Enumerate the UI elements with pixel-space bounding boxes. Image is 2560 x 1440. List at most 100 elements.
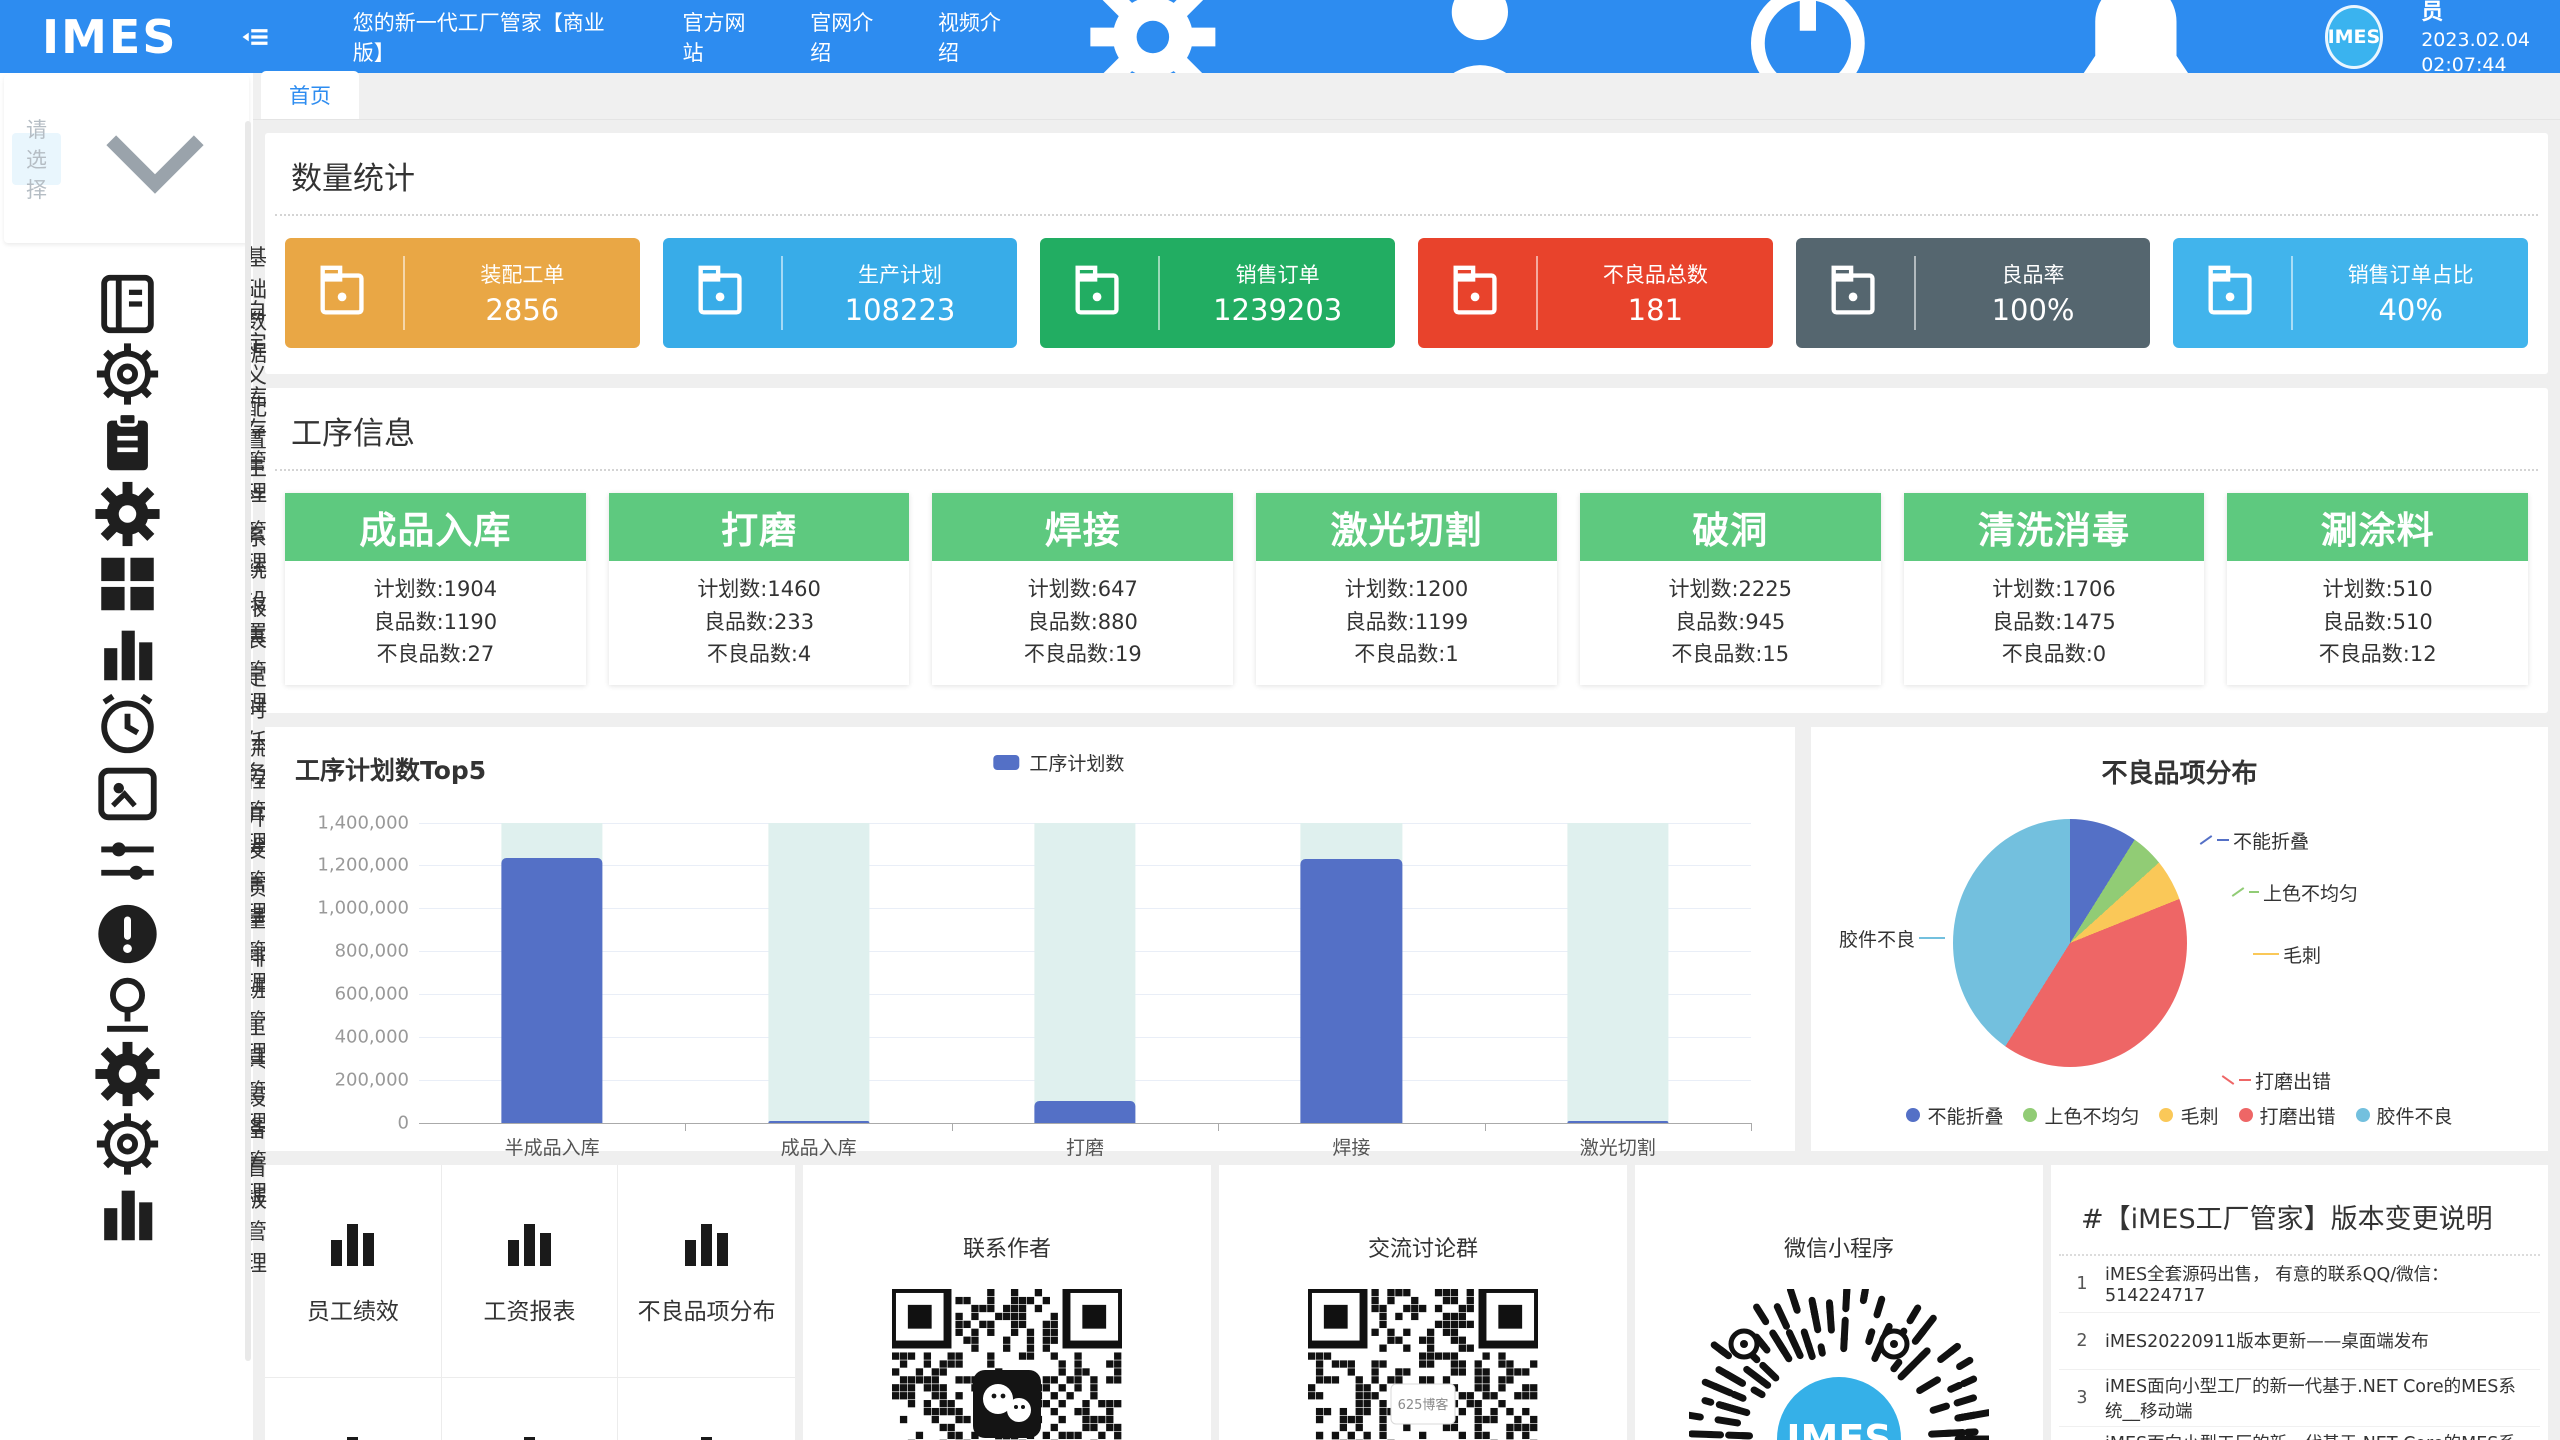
notebook-icon: [28, 269, 227, 339]
process-good-count: 良品数:233: [609, 606, 910, 639]
pie-legend-item[interactable]: 打磨出错: [2239, 1102, 2336, 1129]
sidebar-item-scheduled-tasks[interactable]: 定时任务: [0, 689, 253, 759]
qr-title-group: 交流讨论群: [1368, 1231, 1478, 1263]
stat-label: 销售订单: [1160, 259, 1395, 289]
report-output-stats[interactable]: 产量统计: [618, 1378, 795, 1440]
changelog-panel: #【iMES工厂管家】版本变更说明 1iMES全套源码出售， 有意的联系QQ/微…: [2051, 1165, 2548, 1440]
bar-background-band: [768, 823, 869, 1123]
sidebar-item-kanban[interactable]: 看板管理: [0, 1179, 253, 1249]
process-name: 涮涂料: [2227, 493, 2528, 561]
sidebar-search-select[interactable]: 请选择: [4, 75, 249, 243]
qr-title-author: 联系作者: [963, 1231, 1051, 1263]
frame-icon: [28, 759, 227, 829]
sidebar-item-inventory[interactable]: 库存管理: [0, 409, 253, 479]
process-plan-count: 计划数:510: [2227, 573, 2528, 606]
folder-icon: [691, 262, 753, 324]
stat-card-row: 装配工单2856 生产计划108223 销售订单1239203: [265, 216, 2548, 374]
section-title-quantity: 数量统计: [265, 133, 2548, 214]
defect-pie-chart-panel: 不良品项分布 不能折叠 上色不均匀 毛刺 打磨出错 胶件不良 不能折叠 上色不均…: [1811, 727, 2548, 1151]
bar-chart-icon: [508, 1216, 551, 1266]
changelog-item: 2iMES20220911版本更新——桌面端发布: [2059, 1313, 2540, 1370]
process-card: 打磨计划数:1460良品数:233不良品数:4: [609, 493, 910, 685]
app-title: 您的新一代工厂管家【商业版】: [353, 7, 613, 67]
tab-bar: 首页: [253, 73, 2560, 120]
process-plan-count: 计划数:647: [932, 573, 1233, 606]
sidebar: 请选择 基础数据 自定义配置 库存管理 生产管理 系统设置 报表管理 定时任务 …: [0, 73, 253, 1440]
nav-site-intro[interactable]: 官网介绍: [810, 7, 880, 67]
y-axis-tick: 800,000: [335, 941, 409, 962]
process-name: 激光切割: [1256, 493, 1557, 561]
bar-chart-icon: [28, 1179, 227, 1249]
qr-title-miniprogram: 微信小程序: [1784, 1231, 1894, 1263]
bar-焊接: [1301, 859, 1402, 1123]
process-info-panel: 工序信息 成品入库计划数:1904良品数:1190不良品数:27 打磨计划数:1…: [265, 388, 2548, 713]
sidebar-item-system-settings[interactable]: 系统设置: [0, 549, 253, 619]
x-axis-label: 激光切割: [1580, 1133, 1656, 1160]
process-bad-count: 不良品数:4: [609, 638, 910, 671]
sidebar-scrollbar[interactable]: [245, 121, 251, 1361]
pie-legend-item[interactable]: 上色不均匀: [2023, 1102, 2139, 1129]
process-card-row: 成品入库计划数:1904良品数:1190不良品数:27 打磨计划数:1460良品…: [265, 471, 2548, 713]
bar-chart-icon: [685, 1216, 728, 1266]
app-logo: IMES: [42, 10, 177, 64]
process-plan-count: 计划数:1904: [285, 573, 586, 606]
sidebar-item-tool-mgmt[interactable]: 工具管理: [0, 1039, 253, 1109]
sidebar-item-equipment[interactable]: 设备管理: [0, 1109, 253, 1179]
tab-home[interactable]: 首页: [261, 71, 359, 119]
process-card: 激光切割计划数:1200良品数:1199不良品数:1: [1256, 493, 1557, 685]
sidebar-item-quality[interactable]: 质量管理: [0, 899, 253, 969]
report-salary[interactable]: 工资报表: [442, 1165, 619, 1378]
select-placeholder: 请选择: [12, 133, 61, 185]
y-axis-tick: 1,200,000: [317, 855, 409, 876]
y-axis-tick: 200,000: [335, 1069, 409, 1090]
qq-group-qr-code: 625博客: [1308, 1289, 1538, 1440]
y-axis-tick: 1,400,000: [317, 812, 409, 833]
process-name: 打磨: [609, 493, 910, 561]
process-good-count: 良品数:1475: [1904, 606, 2205, 639]
pie-legend-item[interactable]: 不能折叠: [1906, 1102, 2003, 1129]
sidebar-item-basic-data[interactable]: 基础数据: [0, 269, 253, 339]
bar-background-band: [1567, 823, 1668, 1123]
bar-background-band: [1034, 823, 1135, 1123]
pie-legend: 不能折叠 上色不均匀 毛刺 打磨出错 胶件不良: [1811, 1102, 2548, 1129]
x-axis-label: 打磨: [1066, 1133, 1104, 1160]
report-defect-summary[interactable]: 不良品项汇总: [265, 1378, 442, 1440]
process-bad-count: 不良品数:27: [285, 638, 586, 671]
sidebar-collapse-button[interactable]: [237, 17, 272, 57]
stat-card-yield-rate: 良品率100%: [1796, 238, 2151, 348]
bar-chart-icon: [331, 1429, 374, 1440]
stat-label: 不良品总数: [1538, 259, 1773, 289]
process-bad-count: 不良品数:19: [932, 638, 1233, 671]
avatar[interactable]: IMES: [2325, 5, 2384, 69]
process-plan-count: 计划数:1200: [1256, 573, 1557, 606]
process-card: 涮涂料计划数:510良品数:510不良品数:12: [2227, 493, 2528, 685]
sidebar-item-dev-mgmt[interactable]: 开发管理: [0, 829, 253, 899]
process-good-count: 良品数:1190: [285, 606, 586, 639]
pie-chart-title: 不良品项分布: [1811, 727, 2548, 790]
changelog-title: #【iMES工厂管家】版本变更说明: [2059, 1171, 2540, 1256]
user-name: 超级管理员: [2421, 0, 2530, 28]
nav-official-site[interactable]: 官方网站: [683, 7, 753, 67]
bar-chart-legend[interactable]: 工序计划数: [993, 749, 1124, 776]
process-bad-count: 不良品数:15: [1580, 638, 1881, 671]
changelog-item: 4iMES面向小型工厂的新一代基于.NET Core的MES系统__PC端: [2059, 1427, 2540, 1440]
pie-legend-item[interactable]: 毛刺: [2159, 1102, 2218, 1129]
sidebar-item-process-flow[interactable]: 流程管理: [0, 759, 253, 829]
stat-value: 1239203: [1160, 293, 1395, 327]
nav-video-intro[interactable]: 视频介绍: [938, 7, 1008, 67]
report-employee-performance[interactable]: 员工绩效: [265, 1165, 442, 1378]
legend-chip: [993, 755, 1019, 770]
report-defect-distribution[interactable]: 不良品项分布: [618, 1165, 795, 1378]
gear-outline-icon: [28, 339, 227, 409]
sidebar-item-shift-mgmt[interactable]: 排班管理: [0, 969, 253, 1039]
report-production[interactable]: 生产报表: [442, 1378, 619, 1440]
sidebar-item-report-mgmt[interactable]: 报表管理: [0, 619, 253, 689]
pie-legend-item[interactable]: 胶件不良: [2356, 1102, 2453, 1129]
stat-card-defect-total: 不良品总数181: [1418, 238, 1773, 348]
process-plan-count: 计划数:1706: [1904, 573, 2205, 606]
bar-chart-icon: [685, 1429, 728, 1440]
sidebar-item-production[interactable]: 生产管理: [0, 479, 253, 549]
sidebar-item-custom-config[interactable]: 自定义配置: [0, 339, 253, 409]
process-card: 成品入库计划数:1904良品数:1190不良品数:27: [285, 493, 586, 685]
process-name: 破洞: [1580, 493, 1881, 561]
